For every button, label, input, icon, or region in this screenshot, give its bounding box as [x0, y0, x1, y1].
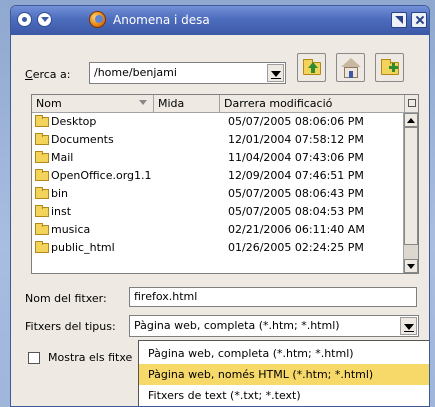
filetype-select[interactable]: Pàgina web, completa (*.htm; *.html) — [129, 315, 419, 337]
home-button[interactable] — [336, 53, 365, 82]
filetype-label: Fitxers del tipus: — [25, 320, 116, 333]
list-item[interactable]: Desktop 05/07/2005 08:06:06 PM — [32, 114, 404, 129]
scroll-up-icon[interactable] — [404, 113, 418, 127]
sort-down-icon — [139, 100, 147, 105]
titlebar[interactable]: Anomena i desa — [11, 6, 429, 35]
folder-icon — [35, 187, 49, 199]
location-value: /home/benjami — [94, 66, 177, 79]
folder-icon — [35, 241, 49, 253]
column-size-header[interactable]: Mida — [154, 95, 220, 113]
chevron-down-icon[interactable] — [400, 317, 417, 335]
up-folder-button[interactable] — [297, 53, 326, 82]
chevron-down-icon[interactable] — [267, 64, 284, 82]
location-label: Cerca a: — [25, 68, 71, 81]
column-name-header[interactable]: Nom — [32, 95, 154, 113]
folder-icon — [35, 169, 49, 181]
list-item[interactable]: Mail 11/04/2004 07:43:06 PM — [32, 150, 404, 165]
folder-icon — [35, 205, 49, 217]
close-button[interactable] — [411, 12, 427, 28]
save-dialog: Anomena i desa Cerca a: /home/benjami No… — [10, 5, 430, 407]
filename-label: Nom del fitxer: — [25, 292, 107, 305]
window-menu-icon[interactable] — [17, 12, 32, 27]
scroll-down-icon[interactable] — [404, 259, 418, 273]
scrollbar-thumb[interactable] — [404, 127, 418, 245]
folder-icon — [35, 223, 49, 235]
dropdown-option-selected[interactable]: Pàgina web, només HTML (*.htm; *.html) — [139, 364, 429, 385]
options-icon[interactable] — [37, 12, 52, 27]
dropdown-option[interactable]: Pàgina web, completa (*.htm; *.html) — [139, 343, 429, 364]
list-item[interactable]: musica 02/21/2006 06:11:40 AM — [32, 222, 404, 237]
list-item[interactable]: bin 05/07/2005 08:06:43 PM — [32, 186, 404, 201]
folder-icon — [35, 115, 49, 127]
new-folder-button[interactable] — [375, 53, 404, 82]
filetype-dropdown: Pàgina web, completa (*.htm; *.html) Pàg… — [138, 340, 429, 406]
folder-icon — [35, 133, 49, 145]
minimize-button[interactable] — [391, 12, 407, 28]
home-icon — [341, 58, 361, 67]
list-item[interactable]: Documents 12/01/2004 07:58:12 PM — [32, 132, 404, 147]
folder-icon — [35, 151, 49, 163]
show-hidden-checkbox[interactable] — [28, 352, 40, 364]
firefox-icon — [89, 11, 106, 28]
list-item[interactable]: public_html 01/26/2005 02:24:25 PM — [32, 240, 404, 255]
filetype-value: Pàgina web, completa (*.htm; *.html) — [134, 319, 340, 332]
location-combo[interactable]: /home/benjami — [89, 62, 286, 84]
list-item[interactable]: inst 05/07/2005 08:04:53 PM — [32, 204, 404, 219]
filename-field[interactable]: firefox.html — [129, 287, 417, 307]
file-list[interactable]: Nom Mida Darrera modificació Desktop 05/… — [31, 94, 419, 274]
dropdown-option[interactable]: Fitxers de text (*.txt; *.text) — [139, 385, 429, 406]
list-item[interactable]: OpenOffice.org1.1 12/09/2004 07:46:51 PM — [32, 168, 404, 183]
vertical-scrollbar[interactable] — [403, 113, 418, 273]
window-title: Anomena i desa — [113, 13, 210, 27]
up-arrow-icon — [308, 62, 318, 73]
column-chooser-icon[interactable] — [405, 95, 418, 113]
column-modified-header[interactable]: Darrera modificació — [220, 95, 405, 113]
show-hidden-label: Mostra els fitxe — [48, 351, 133, 364]
